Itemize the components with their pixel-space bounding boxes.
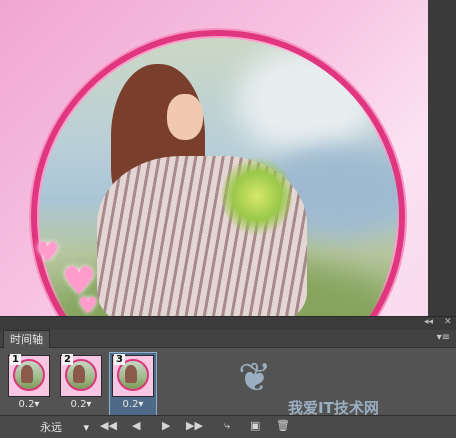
collapse-panel-icon[interactable]: ◂◂ <box>424 317 433 327</box>
tab-timeline[interactable]: 时间轴 <box>3 330 50 348</box>
watermark-text: 我爱IT技术网 <box>288 399 379 417</box>
delete-frame-button[interactable]: 🗑 <box>276 419 290 433</box>
chevron-down-icon: ▾ <box>83 421 90 434</box>
photo-girl-face <box>167 94 203 140</box>
loop-options-select[interactable]: 永远 ▾ <box>40 419 89 435</box>
first-frame-button[interactable]: ◀◀ <box>100 419 117 433</box>
heart-decoration-icon: ♥ <box>78 294 98 317</box>
workspace-gutter <box>428 0 456 316</box>
frame-delay-select[interactable]: 0.2▾ <box>6 399 52 410</box>
photo-sky <box>237 46 377 156</box>
frame-delay-select[interactable]: 0.2▾ <box>110 399 156 410</box>
frame-delay-select[interactable]: 0.2▾ <box>58 399 104 410</box>
frame-number: 2 <box>62 354 73 365</box>
previous-frame-button[interactable]: ◀ <box>132 419 140 433</box>
frame-number: 1 <box>10 354 21 365</box>
tween-button[interactable]: ⤷ <box>224 419 230 433</box>
animation-frame-2[interactable]: 2 0.2▾ <box>58 353 104 415</box>
heart-decoration-icon: ♥ <box>36 238 60 268</box>
timeline-panel: ◂◂ ✕ 时间轴 ▾≡ 1 0.2▾ 2 0.2▾ 3 0.2▾ 永远 ▾ ◀◀… <box>0 316 456 438</box>
animation-frame-1[interactable]: 1 0.2▾ <box>6 353 52 415</box>
document-canvas[interactable]: ♥ ♥ ♥ <box>0 0 428 316</box>
play-button[interactable]: ▶ <box>162 419 170 433</box>
panel-menu-icon[interactable]: ▾≡ <box>437 332 450 343</box>
close-panel-icon[interactable]: ✕ <box>444 317 452 327</box>
photo-flower-bouquet <box>222 156 292 236</box>
panel-header: ◂◂ ✕ <box>0 317 456 330</box>
next-frame-button[interactable]: ▶▶ <box>186 419 203 433</box>
duplicate-frame-button[interactable]: ▣ <box>250 419 260 433</box>
animation-frame-3[interactable]: 3 0.2▾ <box>109 352 157 416</box>
wing-logo-icon: ❦ <box>238 355 272 401</box>
timeline-controls: 永远 ▾ ◀◀ ◀ ▶ ▶▶ ⤷ ▣ 🗑 <box>0 415 456 438</box>
tab-bar: 时间轴 ▾≡ <box>0 330 456 348</box>
frame-number: 3 <box>114 354 125 365</box>
loop-value: 永远 <box>40 421 62 434</box>
